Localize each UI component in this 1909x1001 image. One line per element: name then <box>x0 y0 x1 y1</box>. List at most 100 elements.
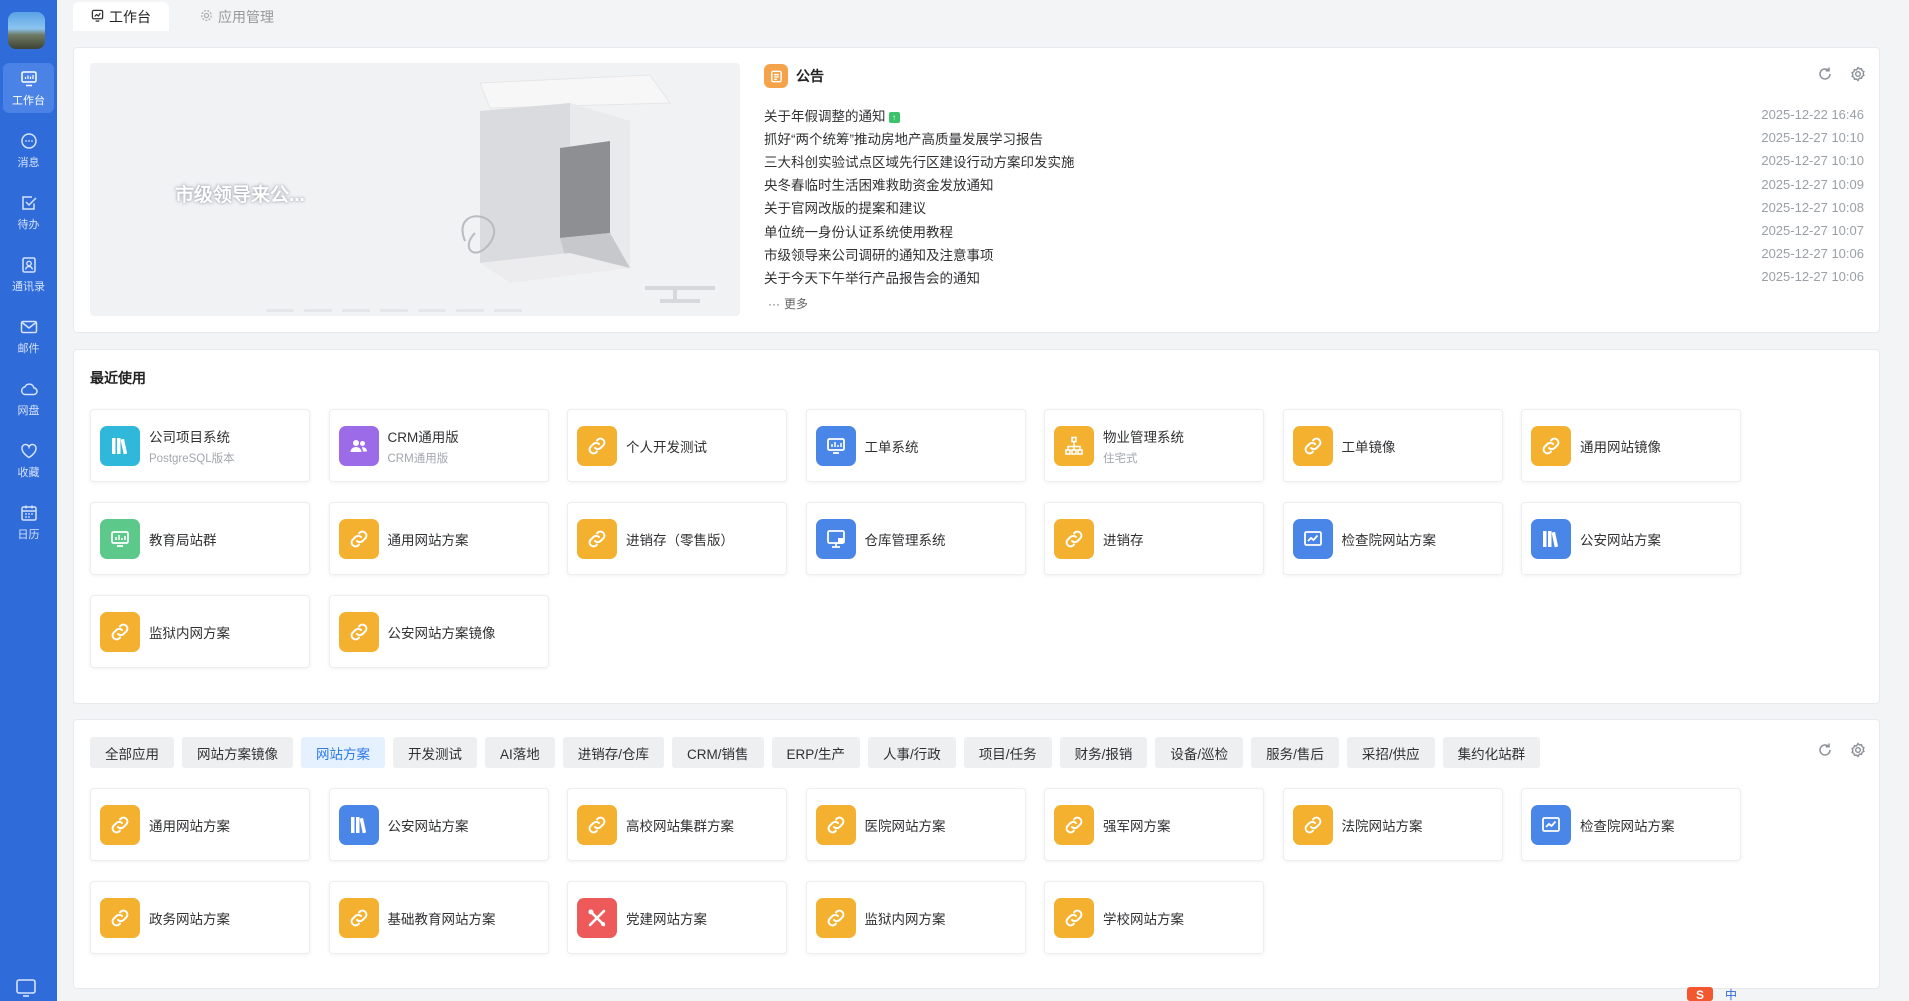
notice-item[interactable]: 市级领导来公司调研的通知及注意事项 2025-12-27 10:06 <box>764 242 1864 265</box>
heart-icon <box>20 443 37 458</box>
app-tile[interactable]: 检查院网站方案 <box>1521 788 1741 861</box>
app-name: 教育局站群 <box>149 532 217 548</box>
app-name: 检查院网站方案 <box>1341 532 1437 548</box>
category-chip[interactable]: 项目/任务 <box>963 737 1052 768</box>
app-tile[interactable]: 公安网站方案镜像 <box>328 595 549 668</box>
app-subtitle: PostgreSQL版本 <box>149 452 235 465</box>
category-chip[interactable]: AI落地 <box>485 737 555 768</box>
app-tile[interactable]: CRM通用版 CRM通用版 <box>328 409 549 482</box>
carousel-indicators[interactable] <box>266 309 522 312</box>
sidebar-item-heart[interactable]: 收藏 <box>3 435 54 485</box>
settings-icon[interactable] <box>1849 65 1867 83</box>
notice-item-title: 央冬春临时生活困难救助资金发放通知 <box>764 178 994 194</box>
app-tile[interactable]: 法院网站方案 <box>1282 788 1503 861</box>
app-name: 仓库管理系统 <box>864 532 946 548</box>
app-tile[interactable]: 进销存（零售版） <box>567 502 787 575</box>
notice-item-date: 2025-12-22 16:46 <box>1761 107 1864 123</box>
refresh-icon[interactable] <box>1816 741 1834 759</box>
app-tile[interactable]: 党建网站方案 <box>567 881 787 954</box>
app-tile[interactable]: 进销存 <box>1044 502 1264 575</box>
avatar[interactable] <box>8 12 45 49</box>
app-name: 工单系统 <box>864 439 919 455</box>
notice-item[interactable]: 央冬春临时生活困难救助资金发放通知 2025-12-27 10:09 <box>764 173 1864 196</box>
sidebar-item-contacts[interactable]: 通讯录 <box>3 249 54 299</box>
app-tile[interactable]: 通用网站镜像 <box>1521 409 1741 482</box>
category-chip[interactable]: 财务/报销 <box>1059 737 1148 768</box>
app-name: CRM通用版 <box>387 429 459 445</box>
settings-icon[interactable] <box>1849 741 1867 759</box>
link-icon <box>577 804 617 845</box>
link-icon <box>338 611 379 652</box>
app-name: 医院网站方案 <box>864 818 946 834</box>
app-tile[interactable]: 物业管理系统 住宅式 <box>1044 409 1264 482</box>
category-chip[interactable]: CRM/销售 <box>672 737 764 768</box>
screen-icon[interactable] <box>14 978 38 998</box>
app-tile[interactable]: 仓库管理系统 <box>805 502 1026 575</box>
notice-item[interactable]: 单位统一身份认证系统使用教程 2025-12-27 10:07 <box>764 219 1864 242</box>
app-tile[interactable]: 工单镜像 <box>1282 409 1503 482</box>
tab-workbench[interactable]: 工作台 <box>73 2 169 31</box>
app-tile[interactable]: 通用网站方案 <box>90 788 310 861</box>
notice-item[interactable]: 关于今天下午举行产品报告会的通知 2025-12-27 10:06 <box>764 265 1864 288</box>
app-name: 进销存（零售版） <box>626 532 734 548</box>
ime-label[interactable]: 中 <box>1725 986 1737 1001</box>
sidebar-item-monitor[interactable]: 工作台 <box>3 63 54 113</box>
sidebar-item-mail[interactable]: 邮件 <box>3 311 54 361</box>
sidebar: 工作台消息待办通讯录邮件网盘收藏日历 <box>0 0 57 1001</box>
app-tile[interactable]: 通用网站方案 <box>328 502 549 575</box>
sidebar-item-message[interactable]: 消息 <box>3 125 54 175</box>
users-icon <box>338 425 379 466</box>
chart-icon <box>1292 518 1333 559</box>
app-tile[interactable]: 教育局站群 <box>90 502 310 575</box>
sidebar-item-label: 工作台 <box>12 94 45 107</box>
app-tile[interactable]: 工单系统 <box>805 409 1026 482</box>
notice-item[interactable]: 关于官网改版的提案和建议 2025-12-27 10:08 <box>764 196 1864 219</box>
more-link[interactable]: ··· 更多 <box>768 295 808 312</box>
notice-item[interactable]: 抓好“两个统筹”推动房地产高质量发展学习报告 2025-12-27 10:10 <box>764 126 1864 149</box>
tab-app-management[interactable]: 应用管理 <box>182 2 292 31</box>
category-chip[interactable]: 全部应用 <box>90 737 174 768</box>
app-tile[interactable]: 政务网站方案 <box>90 881 310 954</box>
refresh-icon[interactable] <box>1816 65 1834 83</box>
category-chip[interactable]: 设备/巡检 <box>1155 737 1244 768</box>
notice-item-title: 关于今天下午举行产品报告会的通知 <box>764 270 980 286</box>
app-tile[interactable]: 学校网站方案 <box>1044 881 1264 954</box>
category-chip[interactable]: ERP/生产 <box>771 737 861 768</box>
category-chip[interactable]: 集约化站群 <box>1442 737 1541 768</box>
app-tile[interactable]: 强军网方案 <box>1044 788 1264 861</box>
app-tile[interactable]: 监狱内网方案 <box>90 595 310 668</box>
category-chip[interactable]: 网站方案镜像 <box>182 737 293 768</box>
notice-item[interactable]: 关于年假调整的通知 ↑ 2025-12-22 16:46 <box>764 103 1864 126</box>
category-chip[interactable]: 网站方案 <box>301 737 385 768</box>
category-chip[interactable]: 人事/行政 <box>868 737 956 768</box>
sidebar-item-cloud[interactable]: 网盘 <box>3 373 54 423</box>
app-name: 学校网站方案 <box>1103 911 1184 927</box>
ellipsis-icon: ··· <box>768 296 780 311</box>
app-name: 强军网方案 <box>1103 818 1171 834</box>
app-tile[interactable]: 监狱内网方案 <box>805 881 1026 954</box>
category-chip[interactable]: 服务/售后 <box>1251 737 1339 768</box>
link-icon <box>338 897 379 938</box>
category-chip[interactable]: 进销存/仓库 <box>562 737 665 768</box>
app-tile[interactable]: 个人开发测试 <box>567 409 787 482</box>
app-tile[interactable]: 公安网站方案 <box>1521 502 1741 575</box>
banner-carousel[interactable]: 市级领导来公... <box>90 63 740 316</box>
category-chip[interactable]: 开发测试 <box>393 737 477 768</box>
app-name: 政务网站方案 <box>149 911 230 927</box>
app-tile[interactable]: 医院网站方案 <box>805 788 1026 861</box>
app-tile[interactable]: 公司项目系统 PostgreSQL版本 <box>90 409 310 482</box>
app-tile[interactable]: 公安网站方案 <box>328 788 549 861</box>
category-chips: 全部应用 网站方案镜像 网站方案 开发测试 AI落地 进销存/仓库 CRM/销售 ERP/生产… <box>90 737 1541 768</box>
tools-icon <box>577 897 617 938</box>
banner-title[interactable]: 市级领导来公... <box>175 180 305 207</box>
app-tile[interactable]: 基础教育网站方案 <box>328 881 549 954</box>
screen-icon <box>815 518 856 559</box>
sidebar-item-checkbox[interactable]: 待办 <box>3 187 54 237</box>
app-tile[interactable]: 高校网站集群方案 <box>567 788 787 861</box>
app-name: 通用网站方案 <box>387 532 469 548</box>
app-tile[interactable]: 检查院网站方案 <box>1282 502 1503 575</box>
category-chip[interactable]: 采招/供应 <box>1346 737 1435 768</box>
sidebar-item-calendar[interactable]: 日历 <box>3 497 54 547</box>
sidebar-item-label: 通讯录 <box>12 280 45 293</box>
notice-item[interactable]: 三大科创实验试点区域先行区建设行动方案印发实施 2025-12-27 10:10 <box>764 149 1864 172</box>
